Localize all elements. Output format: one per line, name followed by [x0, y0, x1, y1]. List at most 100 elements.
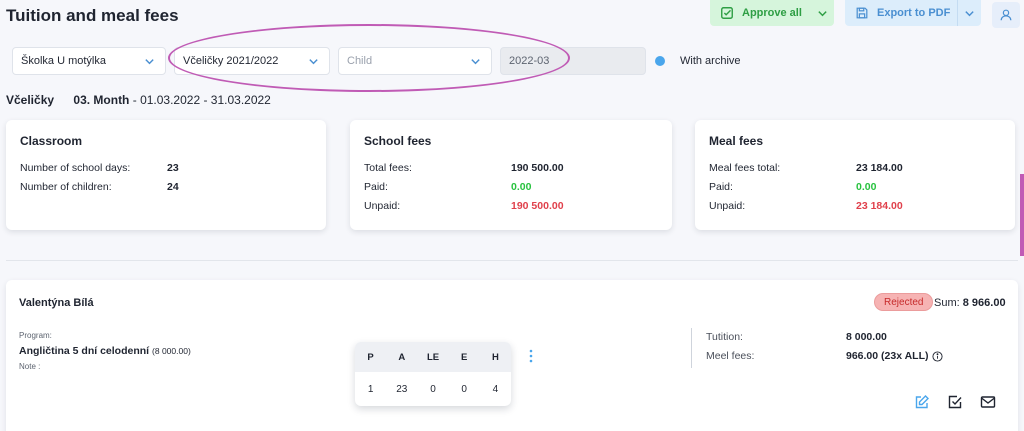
attendance-header-cell: LE	[426, 351, 440, 363]
month-field[interactable]: 2022-03	[500, 47, 646, 75]
school-fees-card: School fees Total fees: 190 500.00 Paid:…	[350, 120, 672, 230]
note-label: Note :	[19, 362, 41, 371]
export-dropdown-toggle[interactable]	[957, 0, 981, 26]
period-month-label: 03. Month	[73, 93, 130, 107]
school-fees-total-label: Total fees:	[364, 161, 412, 174]
child-name: Valentýna Bílá	[19, 297, 94, 309]
school-fees-paid-value: 0.00	[511, 180, 532, 193]
school-fees-paid-label: Paid:	[364, 180, 388, 193]
child-sum: Sum: 8 966.00	[934, 297, 1006, 309]
chevron-down-icon	[817, 10, 827, 16]
user-menu-button[interactable]	[992, 2, 1020, 28]
attendance-value-cell: 23	[396, 383, 408, 395]
attendance-header-row: P A LE E H	[355, 342, 511, 372]
classroom-card-title: Classroom	[20, 134, 83, 148]
info-icon[interactable]	[932, 350, 944, 362]
approve-dropdown-toggle[interactable]	[810, 8, 834, 19]
child-sum-label: Sum:	[934, 297, 960, 309]
period-class-name: Včeličky	[6, 93, 55, 107]
tuition-label: Tutition:	[706, 331, 743, 343]
approve-all-label: Approve all	[742, 7, 802, 19]
month-field-value: 2022-03	[509, 55, 550, 67]
school-select[interactable]: Školka U motýlka	[12, 47, 166, 75]
meal-value-wrap: 966.00 (23x ALL)	[846, 350, 944, 362]
class-select-value: Včeličky 2021/2022	[183, 55, 279, 67]
meal-fees-total-value: 23 184.00	[856, 161, 903, 174]
mail-icon	[980, 396, 996, 408]
attendance-header-cell: H	[491, 351, 499, 363]
chevron-down-icon	[145, 58, 154, 64]
attendance-header-cell: P	[367, 351, 374, 363]
approve-child-button[interactable]	[947, 394, 963, 413]
tuition-row: Tutition: 8 000.00	[706, 331, 887, 343]
kebab-icon	[529, 349, 533, 363]
fees-separator	[691, 328, 692, 368]
section-divider	[6, 260, 1018, 261]
attendance-value-cell: 0	[461, 383, 467, 395]
meal-fees-paid-row: Paid: 0.00	[709, 177, 1001, 196]
school-fees-card-title: School fees	[364, 134, 432, 148]
chevron-down-icon	[965, 10, 974, 16]
meal-fees-total-row: Meal fees total: 23 184.00	[709, 158, 1001, 177]
approve-all-main[interactable]: Approve all	[710, 6, 810, 20]
program-name-text: Angličtina 5 dní celodenní	[19, 345, 150, 357]
attendance-header-cell: E	[461, 351, 468, 363]
chevron-down-icon	[309, 58, 318, 64]
scroll-accent	[1020, 174, 1024, 256]
kebab-menu-button[interactable]	[528, 349, 534, 366]
period-heading: Včeličky 03. Month - 01.03.2022 - 31.03.…	[6, 93, 271, 107]
page-title: Tuition and meal fees	[6, 6, 179, 25]
school-fees-paid-row: Paid: 0.00	[364, 177, 658, 196]
school-fees-unpaid-value: 190 500.00	[511, 199, 564, 212]
meal-fees-total-label: Meal fees total:	[709, 161, 781, 174]
classroom-card: Classroom Number of school days: 23 Numb…	[6, 120, 326, 230]
children-label: Number of children:	[20, 180, 112, 193]
check-square-icon	[721, 7, 733, 19]
meal-value: 966.00 (23x ALL)	[846, 350, 929, 362]
school-select-value: Školka U motýlka	[21, 55, 106, 67]
with-archive-toggle[interactable]	[655, 56, 665, 66]
school-days-value: 23	[167, 161, 179, 174]
child-sum-value: 8 966.00	[962, 297, 1006, 309]
attendance-value-cell: 4	[492, 383, 499, 395]
school-fees-total-row: Total fees: 190 500.00	[364, 158, 658, 177]
tuition-value: 8 000.00	[846, 331, 887, 343]
attendance-value-row: 1 23 0 0 4	[355, 372, 511, 406]
export-pdf-main[interactable]: Export to PDF	[845, 6, 957, 20]
child-select-placeholder: Child	[347, 55, 373, 67]
school-fees-total-value: 190 500.00	[511, 161, 564, 174]
children-row: Number of children: 24	[20, 177, 312, 196]
school-fees-unpaid-label: Unpaid:	[364, 199, 401, 212]
attendance-table: P A LE E H 1 23 0 0 4	[355, 342, 511, 406]
child-fee-card: Valentýna Bílá Rejected Sum: 8 966.00 Pr…	[6, 280, 1018, 431]
meal-fees-unpaid-row: Unpaid: 23 184.00	[709, 196, 1001, 215]
program-amount: (8 000.00)	[152, 346, 191, 356]
check-square-icon	[948, 395, 962, 409]
edit-icon	[915, 395, 929, 409]
class-select[interactable]: Včeličky 2021/2022	[174, 47, 330, 75]
school-days-label: Number of school days:	[20, 161, 131, 174]
school-fees-unpaid-row: Unpaid: 190 500.00	[364, 196, 658, 215]
attendance-header-cell: A	[398, 351, 406, 363]
meal-fees-paid-value: 0.00	[856, 180, 877, 193]
meal-fees-card-title: Meal fees	[709, 134, 764, 148]
edit-button[interactable]	[914, 394, 930, 413]
attendance-value-cell: 1	[367, 383, 374, 395]
meal-fees-unpaid-value: 23 184.00	[856, 199, 903, 212]
user-icon	[1000, 9, 1012, 21]
program-label: Program:	[19, 331, 52, 340]
meal-label: Meel fees:	[706, 350, 755, 362]
save-icon	[856, 7, 868, 19]
children-value: 24	[167, 180, 179, 193]
program-name: Angličtina 5 dní celodenní (8 000.00)	[19, 345, 191, 357]
child-select[interactable]: Child	[338, 47, 492, 75]
attendance-value-cell: 0	[430, 383, 436, 395]
period-date-range: - 01.03.2022 - 31.03.2022	[132, 93, 271, 107]
with-archive-label: With archive	[680, 55, 741, 67]
export-pdf-button[interactable]: Export to PDF	[845, 0, 981, 26]
school-days-row: Number of school days: 23	[20, 158, 312, 177]
chevron-down-icon	[471, 58, 480, 64]
send-email-button[interactable]	[980, 394, 996, 413]
meal-row: Meel fees: 966.00 (23x ALL)	[706, 350, 944, 362]
approve-all-button[interactable]: Approve all	[710, 0, 834, 26]
